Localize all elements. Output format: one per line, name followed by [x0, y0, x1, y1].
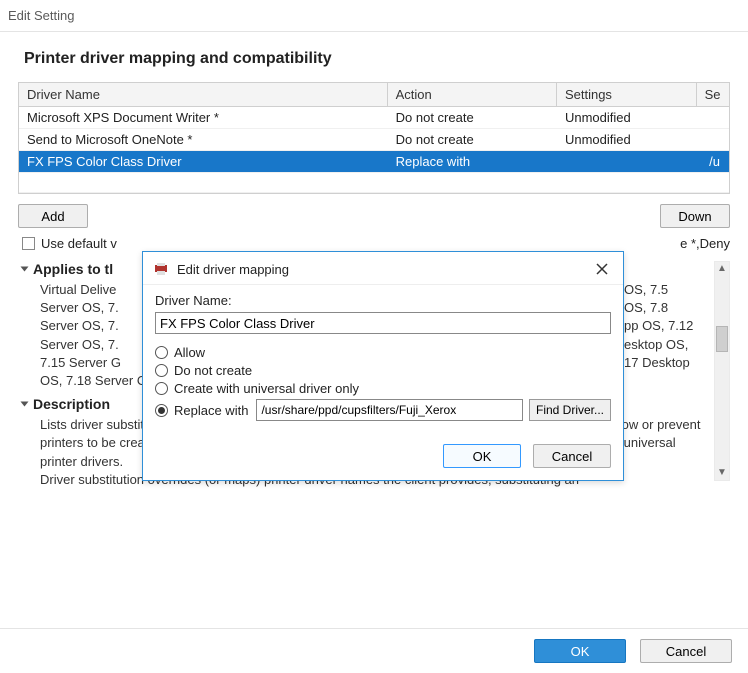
scroll-down-icon[interactable]: ▼ — [715, 466, 729, 480]
edit-setting-window: Edit Setting Printer driver mapping and … — [0, 0, 748, 673]
close-button[interactable] — [591, 258, 613, 280]
table-buttons: Add Down — [18, 204, 730, 228]
use-default-row: Use default v e *,Deny — [22, 236, 730, 251]
cell-action: Replace with — [387, 151, 556, 173]
col-header-driver[interactable]: Driver Name — [19, 83, 387, 107]
radio-universal-label: Create with universal driver only — [174, 381, 359, 396]
radio-universal[interactable] — [155, 382, 168, 395]
table-row[interactable]: Send to Microsoft OneNote * Do not creat… — [19, 129, 729, 151]
replace-path-input[interactable] — [256, 399, 523, 421]
cell-driver: FX FPS Color Class Driver — [19, 151, 387, 173]
driver-table: Driver Name Action Settings Se Microsoft… — [18, 82, 730, 194]
find-driver-button[interactable]: Find Driver... — [529, 399, 611, 421]
printer-icon — [153, 261, 169, 277]
page-title: Printer driver mapping and compatibility — [24, 50, 730, 68]
cell-settings: Unmodified — [556, 107, 696, 129]
radio-do-not-create-label: Do not create — [174, 363, 252, 378]
edit-driver-mapping-dialog: Edit driver mapping Driver Name: Allow D… — [142, 251, 624, 481]
applies-text-right: OS, 7.5 OS, 7.8 pp OS, 7.12 esktop OS, 1… — [624, 281, 708, 390]
cell-driver: Send to Microsoft OneNote * — [19, 129, 387, 151]
col-header-action[interactable]: Action — [387, 83, 556, 107]
dialog-title: Edit driver mapping — [177, 262, 289, 277]
dialog-footer: OK Cancel — [0, 628, 748, 673]
scroll-up-icon[interactable]: ▲ — [715, 262, 729, 276]
use-default-checkbox[interactable] — [22, 237, 35, 250]
cell-se — [696, 107, 728, 129]
down-button[interactable]: Down — [660, 204, 730, 228]
add-button[interactable]: Add — [18, 204, 88, 228]
table-row[interactable]: Microsoft XPS Document Writer * Do not c… — [19, 107, 729, 129]
radio-allow-label: Allow — [174, 345, 205, 360]
cell-se: /u — [696, 151, 728, 173]
radio-replace-with-label: Replace with — [174, 403, 248, 418]
section-header-applies: Applies to tl — [33, 261, 113, 277]
scroll-thumb[interactable] — [716, 326, 728, 352]
cell-settings — [556, 151, 696, 173]
table-header-row: Driver Name Action Settings Se — [19, 83, 729, 107]
ok-button[interactable]: OK — [534, 639, 626, 663]
cell-action: Do not create — [387, 129, 556, 151]
cell-driver: Microsoft XPS Document Writer * — [19, 107, 387, 129]
chevron-down-icon[interactable] — [21, 267, 29, 272]
driver-name-input[interactable] — [155, 312, 611, 334]
chevron-down-icon[interactable] — [21, 402, 29, 407]
cell-action: Do not create — [387, 107, 556, 129]
radio-replace-with[interactable] — [155, 404, 168, 417]
dialog-ok-button[interactable]: OK — [443, 444, 521, 468]
cell-settings: Unmodified — [556, 129, 696, 151]
dialog-cancel-button[interactable]: Cancel — [533, 444, 611, 468]
col-header-settings[interactable]: Settings — [556, 83, 696, 107]
table-row-selected[interactable]: FX FPS Color Class Driver Replace with /… — [19, 151, 729, 173]
cancel-button[interactable]: Cancel — [640, 639, 732, 663]
col-header-se[interactable]: Se — [696, 83, 728, 107]
radio-dot-icon — [158, 407, 165, 414]
window-title: Edit Setting — [0, 0, 748, 27]
close-icon — [596, 263, 608, 275]
driver-name-label: Driver Name: — [155, 293, 611, 308]
radio-do-not-create[interactable] — [155, 364, 168, 377]
deny-text: e *,Deny — [680, 236, 730, 251]
cell-se — [696, 129, 728, 151]
table-row-empty[interactable] — [19, 173, 729, 193]
scrollbar[interactable]: ▲ ▼ — [714, 261, 730, 481]
radio-allow[interactable] — [155, 346, 168, 359]
use-default-label: Use default v — [41, 236, 117, 251]
section-header-description: Description — [33, 396, 110, 412]
